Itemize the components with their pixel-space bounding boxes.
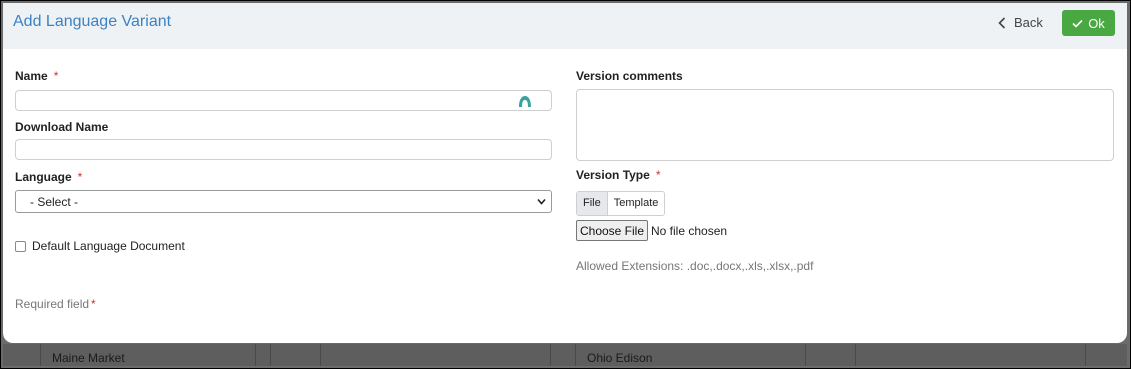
name-input[interactable] (15, 90, 552, 111)
required-marker: * (91, 297, 96, 311)
check-icon (1072, 19, 1083, 28)
bg-divider (575, 344, 576, 366)
allowed-extensions: Allowed Extensions: .doc,.docx,.xls,.xls… (576, 259, 814, 273)
bg-divider (805, 344, 806, 366)
choose-file-button[interactable]: Choose File (576, 220, 648, 241)
required-marker: * (655, 168, 661, 182)
version-type-label: Version Type * (576, 168, 661, 182)
bg-divider (550, 344, 551, 366)
chevron-left-icon (998, 16, 1006, 29)
bg-divider (855, 344, 856, 366)
back-button[interactable]: Back (998, 15, 1043, 30)
chevron-down-icon (537, 198, 546, 205)
name-label: Name * (15, 69, 59, 83)
bg-divider (1085, 344, 1086, 366)
modal-header: Add Language Variant Back Ok (3, 3, 1127, 49)
download-name-label: Download Name (15, 120, 109, 134)
back-label: Back (1014, 15, 1043, 30)
add-language-variant-modal: Add Language Variant Back Ok Name * Downl… (3, 3, 1127, 343)
language-select[interactable]: - Select - (15, 190, 552, 213)
bg-divider (255, 344, 256, 366)
ok-button[interactable]: Ok (1062, 10, 1115, 36)
version-comments-textarea[interactable] (576, 89, 1114, 161)
modal-title: Add Language Variant (13, 13, 172, 30)
default-language-label: Default Language Document (32, 239, 185, 253)
version-type-file[interactable]: File (577, 192, 607, 215)
bg-divider (40, 344, 41, 366)
bg-cell-text: Ohio Edison (587, 351, 653, 365)
ok-label: Ok (1088, 15, 1105, 31)
file-status: No file chosen (651, 224, 728, 238)
version-comments-label: Version comments (576, 69, 683, 83)
spinner-icon (519, 96, 531, 107)
version-type-toggle: File Template (576, 191, 666, 216)
background-table-row (3, 344, 1127, 366)
default-language-checkbox[interactable] (15, 241, 26, 252)
version-type-template[interactable]: Template (606, 192, 665, 215)
required-marker: * (53, 69, 59, 83)
required-field-note: Required field * (15, 297, 96, 311)
required-marker: * (77, 170, 83, 184)
download-name-input[interactable] (15, 139, 552, 160)
bg-cell-text: Maine Market (52, 351, 125, 365)
bg-divider (270, 344, 271, 366)
language-select-value: - Select - (30, 195, 79, 209)
bg-divider (320, 344, 321, 366)
language-label: Language * (15, 170, 83, 184)
